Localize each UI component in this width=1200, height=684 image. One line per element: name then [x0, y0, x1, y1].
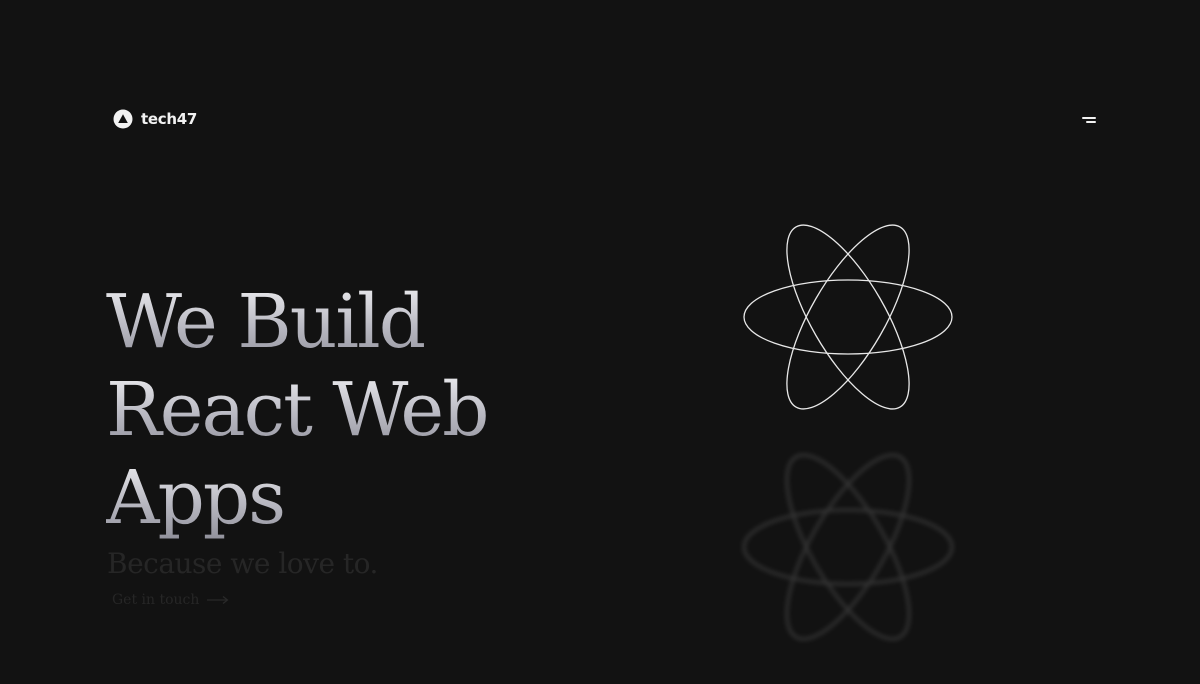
hero-subtitle: Because we love to. [107, 547, 378, 580]
logo-link[interactable]: tech47 [113, 108, 197, 130]
atom-reflection [742, 453, 954, 641]
arrow-right-icon [207, 596, 229, 604]
atom-icon [743, 224, 953, 410]
triangle-in-circle-icon [113, 109, 133, 129]
menu-button[interactable] [1076, 110, 1098, 130]
hero-title-line-3: Apps [106, 454, 626, 542]
get-in-touch-label: Get in touch [112, 592, 200, 608]
get-in-touch-link[interactable]: Get in touch [112, 592, 229, 608]
hamburger-menu-icon-bar [1086, 121, 1096, 123]
hamburger-menu-icon [1082, 117, 1096, 119]
hero-title: We Build React Web Apps [106, 278, 626, 542]
hero-title-line-1: We Build [106, 278, 626, 366]
logo-text: tech47 [141, 110, 197, 128]
hero-title-line-2: React Web [106, 366, 626, 454]
